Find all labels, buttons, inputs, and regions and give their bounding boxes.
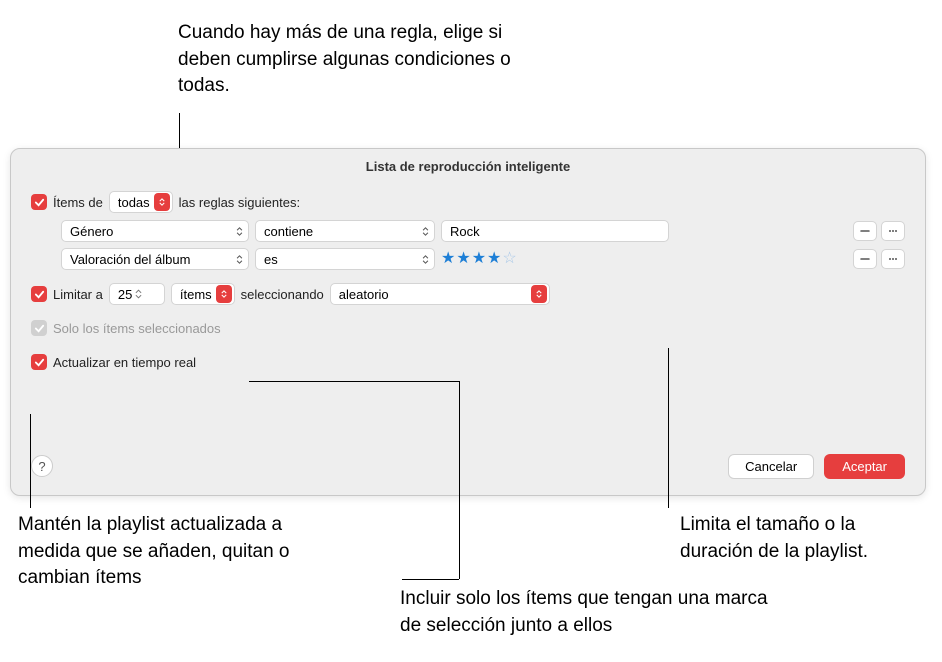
- rule-operator-value: es: [264, 252, 278, 267]
- limit-method-value: aleatorio: [339, 287, 389, 302]
- match-checkbox[interactable]: [31, 194, 47, 210]
- limit-row: Limitar a 25 ítems seleccionando aleator…: [31, 282, 905, 306]
- callout-bottom-middle: Incluir solo los ítems que tengan una ma…: [400, 586, 780, 639]
- star-filled-icon: ★: [487, 251, 501, 267]
- rule-field-value: Género: [70, 224, 113, 239]
- callout-line: [402, 579, 459, 580]
- limit-label: Limitar a: [53, 287, 103, 302]
- smart-playlist-dialog: Lista de reproducción inteligente Ítems …: [10, 148, 926, 496]
- cancel-button[interactable]: Cancelar: [728, 454, 814, 479]
- match-selector[interactable]: todas: [109, 191, 173, 213]
- match-selector-value: todas: [118, 195, 150, 210]
- match-row: Ítems de todas las reglas siguientes:: [31, 190, 905, 214]
- dialog-footer: Cancelar Aceptar: [728, 454, 905, 479]
- more-rule-button[interactable]: [881, 249, 905, 269]
- callout-bottom-right: Limita el tamaño o la duración de la pla…: [680, 512, 920, 565]
- help-button[interactable]: ?: [31, 455, 53, 477]
- live-update-row: Actualizar en tiempo real: [31, 350, 905, 374]
- star-filled-icon: ★: [441, 251, 455, 267]
- rule-buttons: [853, 249, 905, 269]
- selecting-label: seleccionando: [241, 287, 324, 302]
- rule-value-input[interactable]: Rock: [441, 220, 669, 242]
- chevron-updown-icon: [232, 255, 246, 264]
- remove-rule-button[interactable]: [853, 249, 877, 269]
- rule-stars-input[interactable]: ★ ★ ★ ★ ☆: [441, 251, 517, 267]
- chevron-updown-icon: [418, 255, 432, 264]
- limit-count-input[interactable]: 25: [109, 283, 165, 305]
- remove-rule-button[interactable]: [853, 221, 877, 241]
- rule-field-select[interactable]: Género: [61, 220, 249, 242]
- limit-checkbox[interactable]: [31, 286, 47, 302]
- callout-line: [249, 381, 459, 382]
- dialog-body: Ítems de todas las reglas siguientes: Gé…: [11, 184, 925, 386]
- chevron-updown-icon: [216, 285, 232, 303]
- only-selected-label: Solo los ítems seleccionados: [53, 321, 221, 336]
- rule-field-value: Valoración del álbum: [70, 252, 190, 267]
- check-icon: [34, 323, 45, 334]
- chevron-updown-icon: [154, 193, 170, 211]
- check-icon: [34, 197, 45, 208]
- ellipsis-icon: [887, 225, 899, 237]
- rule-row: Género contiene Rock: [61, 220, 905, 242]
- ellipsis-icon: [887, 253, 899, 265]
- limit-count-value: 25: [118, 287, 132, 302]
- rule-operator-select[interactable]: es: [255, 248, 435, 270]
- rules-container: Género contiene Rock: [61, 220, 905, 270]
- check-icon: [34, 289, 45, 300]
- minus-icon: [859, 225, 871, 237]
- star-filled-icon: ★: [472, 251, 486, 267]
- rule-buttons: [853, 221, 905, 241]
- rule-row: Valoración del álbum es ★ ★: [61, 248, 905, 270]
- star-empty-icon: ☆: [502, 251, 516, 267]
- rule-operator-select[interactable]: contiene: [255, 220, 435, 242]
- callout-line: [668, 348, 669, 508]
- callout-top: Cuando hay más de una regla, elige si de…: [178, 20, 538, 100]
- live-update-label: Actualizar en tiempo real: [53, 355, 196, 370]
- live-update-checkbox[interactable]: [31, 354, 47, 370]
- chevron-updown-icon: [232, 227, 246, 236]
- accept-button[interactable]: Aceptar: [824, 454, 905, 479]
- limit-unit-select[interactable]: ítems: [171, 283, 235, 305]
- match-prefix: Ítems de: [53, 195, 103, 210]
- match-suffix: las reglas siguientes:: [179, 195, 300, 210]
- minus-icon: [859, 253, 871, 265]
- chevron-updown-icon: [418, 227, 432, 236]
- more-rule-button[interactable]: [881, 221, 905, 241]
- limit-method-select[interactable]: aleatorio: [330, 283, 550, 305]
- callout-line: [459, 381, 460, 579]
- stepper-icon: [135, 289, 142, 299]
- dialog-title: Lista de reproducción inteligente: [11, 149, 925, 184]
- only-selected-row: Solo los ítems seleccionados: [31, 316, 905, 340]
- callout-line: [30, 414, 31, 508]
- only-selected-checkbox: [31, 320, 47, 336]
- rule-field-select[interactable]: Valoración del álbum: [61, 248, 249, 270]
- chevron-updown-icon: [531, 285, 547, 303]
- star-filled-icon: ★: [456, 251, 470, 267]
- limit-unit-value: ítems: [180, 287, 212, 302]
- rule-value-text: Rock: [450, 224, 480, 239]
- check-icon: [34, 357, 45, 368]
- rule-operator-value: contiene: [264, 224, 313, 239]
- callout-bottom-left: Mantén la playlist actualizada a medida …: [18, 512, 338, 592]
